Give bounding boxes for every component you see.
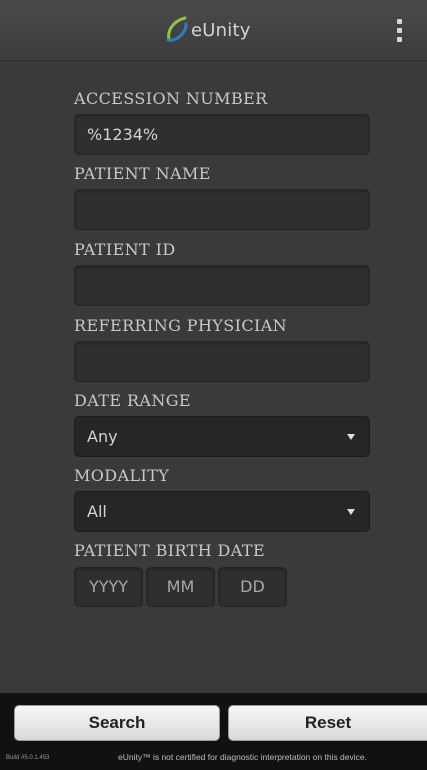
overflow-menu-button[interactable] (392, 18, 408, 44)
date-range-label: DATE RANGE (74, 391, 192, 410)
patient-name-label: PATIENT NAME (74, 164, 211, 183)
birth-year-input[interactable]: YYYY (74, 567, 143, 607)
menu-dot (397, 28, 402, 33)
reset-button[interactable]: Reset (228, 705, 427, 741)
search-button[interactable]: Search (14, 705, 220, 741)
modality-label: MODALITY (74, 466, 170, 485)
date-range-value: Any (87, 427, 118, 446)
modality-select[interactable]: All (74, 491, 370, 532)
menu-dot (397, 19, 402, 24)
birth-month-input[interactable]: MM (146, 567, 215, 607)
diagnostic-disclaimer: eUnity™ is not certified for diagnostic … (118, 752, 367, 762)
app-window: eUnity ACCESSION NUMBER PATIENT NAME PAT… (0, 0, 427, 770)
patient-name-input[interactable] (74, 189, 370, 230)
accession-number-input[interactable] (74, 114, 370, 155)
app-header: eUnity (0, 0, 427, 61)
app-name: eUnity (191, 19, 251, 41)
patient-id-input[interactable] (74, 265, 370, 306)
modality-value: All (87, 502, 107, 521)
search-form: ACCESSION NUMBER PATIENT NAME PATIENT ID… (0, 61, 427, 693)
menu-dot (397, 37, 402, 42)
patient-id-label: PATIENT ID (74, 240, 176, 259)
chevron-down-icon (347, 434, 355, 440)
accession-number-label: ACCESSION NUMBER (74, 89, 268, 108)
birth-day-input[interactable]: DD (218, 567, 287, 607)
date-range-select[interactable]: Any (74, 416, 370, 457)
referring-physician-label: REFERRING PHYSICIAN (74, 316, 288, 335)
eunity-logo-icon (166, 16, 188, 42)
patient-birth-date-label: PATIENT BIRTH DATE (74, 541, 266, 560)
action-bar: Search Reset Build #5.0.1.453 eUnity™ is… (0, 693, 427, 770)
chevron-down-icon (347, 509, 355, 515)
build-number: Build #5.0.1.453 (6, 755, 50, 761)
app-logo: eUnity (164, 15, 251, 45)
referring-physician-input[interactable] (74, 341, 370, 382)
